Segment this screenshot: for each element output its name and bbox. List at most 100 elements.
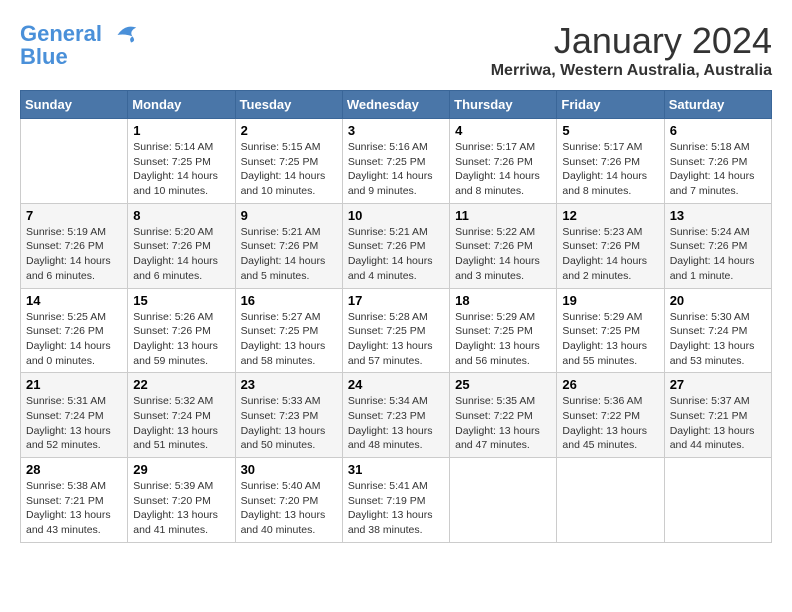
logo-bird-icon	[110, 20, 140, 50]
calendar-cell: 16Sunrise: 5:27 AMSunset: 7:25 PMDayligh…	[235, 288, 342, 373]
calendar-week-4: 21Sunrise: 5:31 AMSunset: 7:24 PMDayligh…	[21, 373, 772, 458]
day-number: 2	[241, 123, 337, 138]
calendar-cell: 15Sunrise: 5:26 AMSunset: 7:26 PMDayligh…	[128, 288, 235, 373]
day-info: Sunrise: 5:28 AMSunset: 7:25 PMDaylight:…	[348, 310, 444, 369]
calendar-cell	[450, 458, 557, 543]
calendar-cell: 12 Sunrise: 5:23 AMSunset: 7:26 PMDayligh…	[557, 203, 664, 288]
calendar-cell: 2 Sunrise: 5:15 AMSunset: 7:25 PMDaylight…	[235, 119, 342, 204]
day-info: Sunrise: 5:22 AMSunset: 7:26 PMDaylight:…	[455, 225, 551, 284]
day-info: Sunrise: 5:18 AMSunset: 7:26 PMDaylight:…	[670, 140, 766, 199]
day-number: 14	[26, 293, 122, 308]
calendar-cell: 11 Sunrise: 5:22 AMSunset: 7:26 PMDayligh…	[450, 203, 557, 288]
day-number: 16	[241, 293, 337, 308]
day-info: Sunrise: 5:32 AMSunset: 7:24 PMDaylight:…	[133, 394, 229, 453]
day-info: Sunrise: 5:20 AMSunset: 7:26 PMDaylight:…	[133, 225, 229, 284]
calendar-cell: 18 Sunrise: 5:29 AMSunset: 7:25 PMDayligh…	[450, 288, 557, 373]
calendar-cell: 1 Sunrise: 5:14 AMSunset: 7:25 PMDaylight…	[128, 119, 235, 204]
day-number: 20	[670, 293, 766, 308]
day-info: Sunrise: 5:40 AMSunset: 7:20 PMDaylight:…	[241, 479, 337, 538]
header-thursday: Thursday	[450, 91, 557, 119]
calendar-cell: 23 Sunrise: 5:33 AMSunset: 7:23 PMDayligh…	[235, 373, 342, 458]
day-info: Sunrise: 5:36 AMSunset: 7:22 PMDaylight:…	[562, 394, 658, 453]
day-number: 28	[26, 462, 122, 477]
calendar-cell: 6 Sunrise: 5:18 AMSunset: 7:26 PMDaylight…	[664, 119, 771, 204]
day-number: 8	[133, 208, 229, 223]
day-number: 1	[133, 123, 229, 138]
day-number: 19	[562, 293, 658, 308]
logo: General Blue	[20, 20, 140, 70]
calendar-week-3: 14 Sunrise: 5:25 AMSunset: 7:26 PMDayligh…	[21, 288, 772, 373]
calendar-cell: 20 Sunrise: 5:30 AMSunset: 7:24 PMDayligh…	[664, 288, 771, 373]
calendar-cell: 4 Sunrise: 5:17 AMSunset: 7:26 PMDaylight…	[450, 119, 557, 204]
day-info: Sunrise: 5:14 AMSunset: 7:25 PMDaylight:…	[133, 140, 229, 199]
calendar-cell: 29Sunrise: 5:39 AMSunset: 7:20 PMDayligh…	[128, 458, 235, 543]
calendar-cell: 22 Sunrise: 5:32 AMSunset: 7:24 PMDayligh…	[128, 373, 235, 458]
day-number: 29	[133, 462, 229, 477]
day-info: Sunrise: 5:29 AMSunset: 7:25 PMDaylight:…	[455, 310, 551, 369]
day-info: Sunrise: 5:38 AMSunset: 7:21 PMDaylight:…	[26, 479, 122, 538]
calendar-cell: 10 Sunrise: 5:21 AMSunset: 7:26 PMDayligh…	[342, 203, 449, 288]
day-info: Sunrise: 5:15 AMSunset: 7:25 PMDaylight:…	[241, 140, 337, 199]
day-number: 22	[133, 377, 229, 392]
day-number: 18	[455, 293, 551, 308]
day-info: Sunrise: 5:35 AMSunset: 7:22 PMDaylight:…	[455, 394, 551, 453]
day-info: Sunrise: 5:24 AMSunset: 7:26 PMDaylight:…	[670, 225, 766, 284]
calendar-cell	[21, 119, 128, 204]
calendar-cell: 5 Sunrise: 5:17 AMSunset: 7:26 PMDaylight…	[557, 119, 664, 204]
day-number: 6	[670, 123, 766, 138]
calendar-cell: 31 Sunrise: 5:41 AMSunset: 7:19 PMDayligh…	[342, 458, 449, 543]
calendar-cell: 24Sunrise: 5:34 AMSunset: 7:23 PMDayligh…	[342, 373, 449, 458]
day-number: 17	[348, 293, 444, 308]
day-number: 12	[562, 208, 658, 223]
day-number: 25	[455, 377, 551, 392]
month-title: January 2024	[491, 20, 772, 62]
calendar-cell: 7Sunrise: 5:19 AMSunset: 7:26 PMDaylight…	[21, 203, 128, 288]
day-info: Sunrise: 5:23 AMSunset: 7:26 PMDaylight:…	[562, 225, 658, 284]
header-sunday: Sunday	[21, 91, 128, 119]
page-header: General Blue January 2024 Merriwa, Weste…	[20, 20, 772, 80]
calendar-cell: 30Sunrise: 5:40 AMSunset: 7:20 PMDayligh…	[235, 458, 342, 543]
calendar-cell	[557, 458, 664, 543]
day-number: 23	[241, 377, 337, 392]
title-block: January 2024 Merriwa, Western Australia,…	[491, 20, 772, 80]
header-monday: Monday	[128, 91, 235, 119]
day-number: 9	[241, 208, 337, 223]
day-number: 24	[348, 377, 444, 392]
calendar-cell: 14 Sunrise: 5:25 AMSunset: 7:26 PMDayligh…	[21, 288, 128, 373]
calendar-cell: 19Sunrise: 5:29 AMSunset: 7:25 PMDayligh…	[557, 288, 664, 373]
day-info: Sunrise: 5:21 AMSunset: 7:26 PMDaylight:…	[241, 225, 337, 284]
calendar-cell: 26 Sunrise: 5:36 AMSunset: 7:22 PMDayligh…	[557, 373, 664, 458]
day-number: 11	[455, 208, 551, 223]
day-info: Sunrise: 5:37 AMSunset: 7:21 PMDaylight:…	[670, 394, 766, 453]
day-info: Sunrise: 5:41 AMSunset: 7:19 PMDaylight:…	[348, 479, 444, 538]
day-number: 13	[670, 208, 766, 223]
calendar-cell: 8 Sunrise: 5:20 AMSunset: 7:26 PMDaylight…	[128, 203, 235, 288]
day-number: 4	[455, 123, 551, 138]
day-number: 5	[562, 123, 658, 138]
day-info: Sunrise: 5:25 AMSunset: 7:26 PMDaylight:…	[26, 310, 122, 369]
day-info: Sunrise: 5:30 AMSunset: 7:24 PMDaylight:…	[670, 310, 766, 369]
day-info: Sunrise: 5:17 AMSunset: 7:26 PMDaylight:…	[562, 140, 658, 199]
day-number: 10	[348, 208, 444, 223]
location-subtitle: Merriwa, Western Australia, Australia	[491, 62, 772, 80]
day-info: Sunrise: 5:21 AMSunset: 7:26 PMDaylight:…	[348, 225, 444, 284]
calendar-body: 1 Sunrise: 5:14 AMSunset: 7:25 PMDaylight…	[21, 119, 772, 543]
day-number: 3	[348, 123, 444, 138]
day-number: 31	[348, 462, 444, 477]
day-number: 27	[670, 377, 766, 392]
day-info: Sunrise: 5:19 AMSunset: 7:26 PMDaylight:…	[26, 225, 122, 284]
calendar-cell: 27 Sunrise: 5:37 AMSunset: 7:21 PMDayligh…	[664, 373, 771, 458]
day-info: Sunrise: 5:16 AMSunset: 7:25 PMDaylight:…	[348, 140, 444, 199]
day-number: 15	[133, 293, 229, 308]
day-number: 26	[562, 377, 658, 392]
header-wednesday: Wednesday	[342, 91, 449, 119]
calendar-week-2: 7Sunrise: 5:19 AMSunset: 7:26 PMDaylight…	[21, 203, 772, 288]
calendar-cell: 9 Sunrise: 5:21 AMSunset: 7:26 PMDaylight…	[235, 203, 342, 288]
calendar-cell	[664, 458, 771, 543]
calendar-table: Sunday Monday Tuesday Wednesday Thursday…	[20, 90, 772, 543]
day-info: Sunrise: 5:17 AMSunset: 7:26 PMDaylight:…	[455, 140, 551, 199]
day-info: Sunrise: 5:33 AMSunset: 7:23 PMDaylight:…	[241, 394, 337, 453]
header-saturday: Saturday	[664, 91, 771, 119]
day-number: 21	[26, 377, 122, 392]
header-tuesday: Tuesday	[235, 91, 342, 119]
